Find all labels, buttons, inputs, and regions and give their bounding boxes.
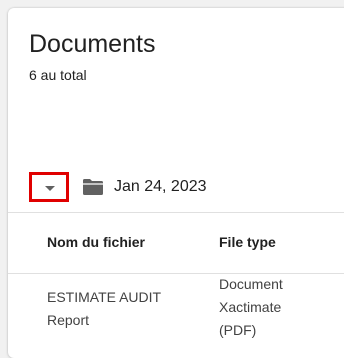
date-group-header: Jan 24, 2023: [29, 172, 344, 206]
group-date-label: Jan 24, 2023: [114, 178, 207, 195]
file-type-line: Xactimate: [219, 299, 282, 315]
column-header-file-type[interactable]: File type: [219, 233, 276, 251]
caret-down-icon: [45, 186, 55, 191]
file-type-cell: Document Xactimate (PDF): [219, 273, 319, 342]
file-type-line: (PDF): [219, 322, 257, 338]
table-row[interactable]: ESTIMATE AUDIT Report Document Xactimate…: [8, 273, 344, 358]
file-type-line: Document: [219, 276, 283, 292]
folder-icon: [83, 179, 103, 195]
column-header-file-name[interactable]: Nom du fichier: [47, 233, 145, 251]
document-count: 6 au total: [29, 67, 87, 83]
expand-collapse-button[interactable]: [29, 172, 69, 202]
page-title: Documents: [29, 30, 156, 58]
table-header: Nom du fichier File type: [8, 212, 344, 274]
documents-card: Documents 6 au total Jan 24, 2023 Nom du…: [8, 8, 344, 358]
file-name-line: Report: [47, 312, 90, 328]
file-name-line: ESTIMATE AUDIT: [47, 289, 162, 305]
file-name-cell[interactable]: ESTIMATE AUDIT Report: [47, 286, 197, 332]
